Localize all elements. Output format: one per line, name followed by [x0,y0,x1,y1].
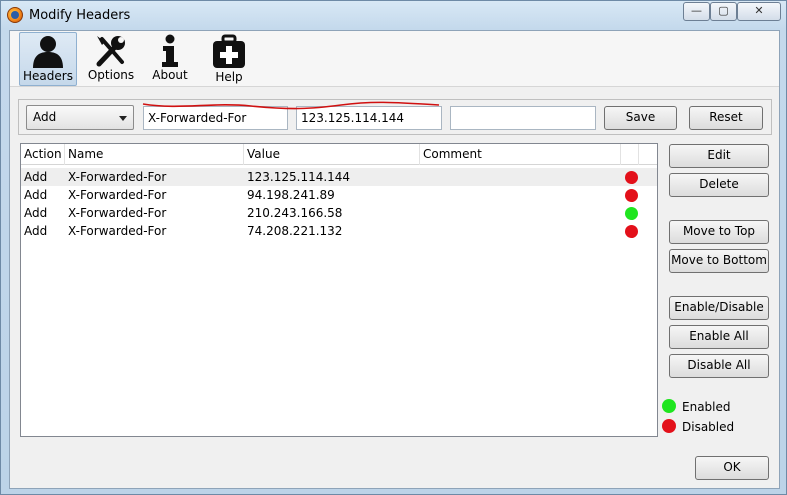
status-enabled-icon [625,207,638,220]
column-header-value[interactable]: Value [244,144,420,165]
action-select[interactable]: Add [26,105,134,130]
maximize-button[interactable]: ▢ [710,2,737,21]
legend-enabled-label: Enabled [682,400,731,414]
table-header: Action Name Value Comment [21,144,657,165]
status-disabled-icon [625,225,638,238]
info-icon [162,34,178,67]
cell-name: X-Forwarded-For [68,188,167,202]
header-comment-input[interactable] [450,106,596,130]
tab-options-label: Options [87,68,135,82]
column-header-comment[interactable]: Comment [420,144,621,165]
cell-comment [420,168,621,186]
cell-comment [420,222,621,240]
cell-name: X-Forwarded-For [68,206,167,220]
column-header-action[interactable]: Action [21,144,65,165]
cell-value: 123.125.114.144 [247,170,351,184]
tab-headers-label: Headers [23,69,73,83]
cell-action: Add [24,188,48,202]
column-header-status [621,144,639,165]
tab-headers[interactable]: Headers [19,32,77,86]
status-disabled-icon [625,171,638,184]
enable-disable-button[interactable]: Enable/Disable [669,296,769,320]
help-kit-icon [213,34,245,68]
firefox-icon [7,7,23,23]
table-row[interactable]: Add X-Forwarded-For 94.198.241.89 [21,186,657,204]
headers-table: Action Name Value Comment Add X-Forwarde… [20,143,658,437]
cell-value: 210.243.166.58 [247,206,343,220]
tab-options[interactable]: Options [82,32,140,86]
tab-about[interactable]: About [143,32,197,86]
title-bar: Modify Headers — ▢ ✕ [1,1,786,31]
cell-comment [420,186,621,204]
close-button[interactable]: ✕ [737,2,781,21]
toolbar: Headers Options About Help [10,31,779,87]
enable-all-button[interactable]: Enable All [669,325,769,349]
move-to-bottom-button[interactable]: Move to Bottom [669,249,769,273]
save-button[interactable]: Save [604,106,677,130]
cell-name: X-Forwarded-For [68,170,167,184]
window-title: Modify Headers [29,8,131,23]
table-row[interactable]: Add X-Forwarded-For 74.208.221.132 [21,222,657,240]
cell-action: Add [24,206,48,220]
tools-icon [96,36,125,67]
reset-button[interactable]: Reset [689,106,763,130]
move-to-top-button[interactable]: Move to Top [669,220,769,244]
action-select-value: Add [33,110,57,124]
cell-name: X-Forwarded-For [68,224,167,238]
cell-action: Add [24,170,48,184]
enabled-dot-icon [662,399,676,413]
column-header-name[interactable]: Name [65,144,244,165]
ok-button[interactable]: OK [695,456,769,480]
cell-action: Add [24,224,48,238]
cell-comment [420,204,621,222]
delete-button[interactable]: Delete [669,173,769,197]
cell-value: 74.208.221.132 [247,224,343,238]
chevron-down-icon [119,116,127,121]
disable-all-button[interactable]: Disable All [669,354,769,378]
user-icon [33,36,63,68]
edit-button[interactable]: Edit [669,144,769,168]
cell-value: 94.198.241.89 [247,188,335,202]
legend-disabled-label: Disabled [682,420,735,434]
tab-about-label: About [152,68,188,82]
table-row[interactable]: Add X-Forwarded-For 210.243.166.58 [21,204,657,222]
table-row[interactable]: Add X-Forwarded-For 123.125.114.144 [21,168,657,186]
tab-help-label: Help [215,70,243,84]
status-disabled-icon [625,189,638,202]
tab-help[interactable]: Help [203,32,255,86]
annotation-underline [142,101,440,110]
disabled-dot-icon [662,419,676,433]
minimize-button[interactable]: — [683,2,710,21]
app-window: Modify Headers — ▢ ✕ Headers Options Abo… [0,0,787,495]
